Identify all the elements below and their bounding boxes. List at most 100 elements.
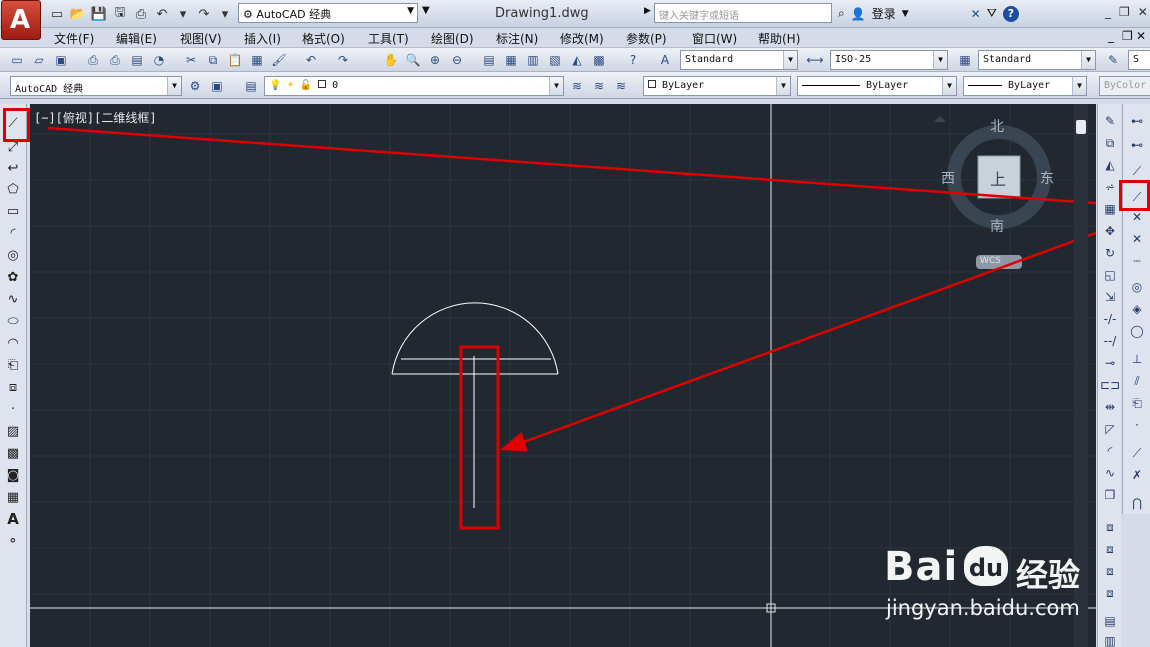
region-icon[interactable]: ◙ <box>4 466 22 484</box>
spline-icon[interactable]: ∿ <box>4 290 22 308</box>
new-file-icon[interactable]: ▭ <box>48 5 66 23</box>
snap-apparent-intersection-icon[interactable]: ✕ <box>1128 230 1146 248</box>
extend-icon[interactable]: --/ <box>1101 332 1119 350</box>
blend-curves-icon[interactable]: ∿ <box>1101 464 1119 482</box>
lineweight-select[interactable]: ByLayer ▼ <box>963 76 1087 96</box>
search-input[interactable]: 键入关键字或短语 <box>654 3 832 23</box>
quickcalc-icon[interactable]: ▩ <box>590 51 608 69</box>
redo-icon[interactable]: ↷ <box>334 51 352 69</box>
scale-icon[interactable]: ◱ <box>1101 266 1119 284</box>
save-icon[interactable]: 💾 <box>90 5 108 23</box>
text-style-select[interactable]: Standard ▼ <box>680 50 798 70</box>
scrollbar-thumb[interactable] <box>1076 120 1086 134</box>
osnap-settings-icon[interactable]: ⋂ <box>1128 494 1146 512</box>
temporary-track-icon[interactable]: ⊷ <box>1128 112 1146 130</box>
layer-select[interactable]: 💡 ☀ 🔓 0 ▼ <box>264 76 564 96</box>
doc-minimize-icon[interactable]: _ <box>1108 29 1114 43</box>
gradient-icon[interactable]: ▩ <box>4 444 22 462</box>
menu-file[interactable]: 文件(F) <box>54 30 94 47</box>
menu-edit[interactable]: 编辑(E) <box>116 30 157 47</box>
hatch-icon[interactable]: ▨ <box>4 422 22 440</box>
layer-state-icon[interactable]: ≋ <box>612 77 630 95</box>
table-icon[interactable]: ▦ <box>4 488 22 506</box>
ellipse-arc-icon[interactable]: ◠ <box>4 334 22 352</box>
properties-icon[interactable]: ▤ <box>480 51 498 69</box>
break-at-point-icon[interactable]: ⊸ <box>1101 354 1119 372</box>
menu-insert[interactable]: 插入(I) <box>244 30 281 47</box>
minimize-icon[interactable]: _ <box>1105 5 1111 19</box>
polygon-icon[interactable]: ⬠ <box>4 180 22 198</box>
redo-icon[interactable]: ↷ <box>195 5 213 23</box>
workspace-save-icon[interactable]: ▣ <box>208 77 226 95</box>
plot-style-select[interactable]: ByColor <box>1099 76 1150 96</box>
close-icon[interactable]: ✕ <box>1138 5 1148 19</box>
tool-palettes-icon[interactable]: ▥ <box>524 51 542 69</box>
menu-draw[interactable]: 绘图(D) <box>431 30 474 47</box>
workspace-settings-icon[interactable]: ⚙ <box>186 77 204 95</box>
restore-icon[interactable]: ❐ <box>1119 5 1130 19</box>
stretch-icon[interactable]: ⇲ <box>1101 288 1119 306</box>
plot-icon[interactable]: ⎙ <box>84 51 102 69</box>
save-icon[interactable]: ▣ <box>52 51 70 69</box>
snap-node-icon[interactable]: · <box>1128 416 1146 434</box>
break-icon[interactable]: ⊏⊐ <box>1100 376 1120 394</box>
erase-icon[interactable]: ✎ <box>1101 112 1119 130</box>
viewport-controls-label[interactable]: [−][俯视][二维线框] <box>34 109 157 126</box>
explode-icon[interactable]: ❒ <box>1101 486 1119 504</box>
compass-east[interactable]: 东 <box>1040 168 1054 188</box>
help-icon[interactable]: ? <box>624 51 642 69</box>
arc-icon[interactable]: ◜ <box>4 224 22 242</box>
table-style-select[interactable]: Standard ▼ <box>978 50 1096 70</box>
point-icon[interactable]: · <box>4 400 22 418</box>
workspace-switcher[interactable]: ⚙ AutoCAD 经典 ▼ <box>238 3 418 23</box>
wcs-label[interactable]: WCS <box>980 256 1001 266</box>
snap-quadrant-icon[interactable]: ◈ <box>1128 300 1146 318</box>
copy-object-icon[interactable]: ⧉ <box>1101 134 1119 152</box>
undo-icon[interactable]: ↶ <box>302 51 320 69</box>
text-style-icon[interactable]: A <box>656 51 674 69</box>
menu-tools[interactable]: 工具(T) <box>368 30 409 47</box>
join-icon[interactable]: ⇹ <box>1101 398 1119 416</box>
snap-endpoint-icon[interactable]: ⟋ <box>1128 162 1146 180</box>
search-expand-icon[interactable]: ▶ <box>644 6 651 16</box>
fillet-icon[interactable]: ◜ <box>1101 442 1119 460</box>
color-select[interactable]: ByLayer ▼ <box>643 76 791 96</box>
move-icon[interactable]: ✥ <box>1101 222 1119 240</box>
revision-cloud-icon[interactable]: ✿ <box>4 268 22 286</box>
workspace-select[interactable]: AutoCAD 经典 ▼ <box>10 76 182 96</box>
layer-previous-icon[interactable]: ≋ <box>590 77 608 95</box>
paste-icon[interactable]: 📋 <box>226 51 244 69</box>
redo-dropdown-icon[interactable]: ▾ <box>216 5 234 23</box>
compass-south[interactable]: 南 <box>990 216 1004 236</box>
rotate-icon[interactable]: ↻ <box>1101 244 1119 262</box>
multiline-text-icon[interactable]: A <box>4 510 22 528</box>
array-icon[interactable]: ▦ <box>1101 200 1119 218</box>
menu-dimension[interactable]: 标注(N) <box>496 30 538 47</box>
doc-close-icon[interactable]: ✕ <box>1136 29 1146 43</box>
zoom-window-icon[interactable]: ⊕ <box>426 51 444 69</box>
autodesk-360-icon[interactable]: ⛛ <box>987 6 997 21</box>
trim-icon[interactable]: -/- <box>1101 310 1119 328</box>
compass-west[interactable]: 西 <box>941 168 955 188</box>
snap-perpendicular-icon[interactable]: ⊥ <box>1128 350 1146 368</box>
circle-icon[interactable]: ◎ <box>4 246 22 264</box>
exchange-x-icon[interactable]: ✕ <box>971 7 981 21</box>
paste-block-icon[interactable]: ▦ <box>248 51 266 69</box>
mirror-icon[interactable]: ◭ <box>1101 156 1119 174</box>
qat-customize-icon[interactable]: ▼ <box>422 5 430 16</box>
help-button[interactable]: ? <box>1002 5 1019 22</box>
login-dropdown-icon[interactable]: ▼ <box>902 9 909 19</box>
snap-none-icon[interactable]: ✗ <box>1128 466 1146 484</box>
dim-style-select[interactable]: ISO-25 ▼ <box>830 50 948 70</box>
open-file-icon[interactable]: 📂 <box>69 5 87 23</box>
snap-parallel-icon[interactable]: ⫽ <box>1128 372 1146 390</box>
save-as-icon[interactable]: 🖫 <box>111 5 129 23</box>
open-icon[interactable]: ▱ <box>30 51 48 69</box>
insert-block-icon[interactable]: ⎗ <box>4 356 22 374</box>
menu-view[interactable]: 视图(V) <box>180 30 222 47</box>
user-icon[interactable]: 👤 <box>851 7 866 21</box>
chamfer-icon[interactable]: ◸ <box>1101 420 1119 438</box>
snap-insert-icon[interactable]: ⎗ <box>1128 394 1146 412</box>
multileader-style-icon[interactable]: ✎ <box>1104 51 1122 69</box>
snap-extension-icon[interactable]: ┄ <box>1128 252 1146 270</box>
